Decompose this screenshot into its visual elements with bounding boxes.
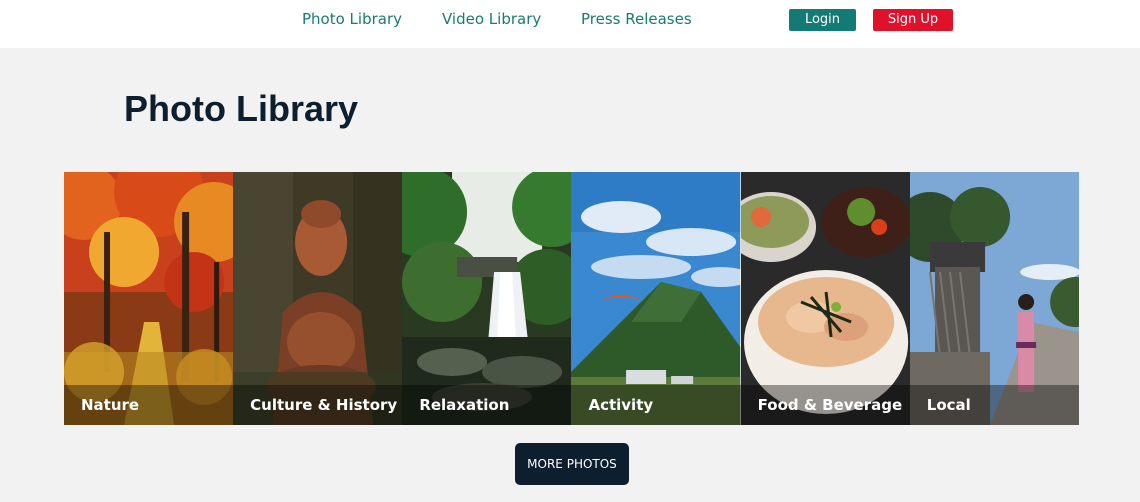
category-tile-culture-history[interactable]: Culture & History — [233, 172, 403, 425]
category-tile-nature[interactable]: Nature — [64, 172, 234, 425]
top-navigation-bar: Photo Library Video Library Press Releas… — [0, 0, 1140, 48]
nav-link-video-library[interactable]: Video Library — [442, 10, 541, 28]
category-label: Activity — [588, 396, 654, 414]
category-tile-local[interactable]: Local — [909, 172, 1079, 425]
category-tile-relaxation[interactable]: Relaxation — [402, 172, 572, 425]
nav-link-press-releases[interactable]: Press Releases — [581, 10, 692, 28]
more-photos-button[interactable]: MORE PHOTOS — [515, 443, 629, 485]
login-button[interactable]: Login — [789, 9, 856, 31]
page-title: Photo Library — [124, 88, 359, 129]
category-tile-activity[interactable]: Activity — [571, 172, 741, 425]
category-label: Culture & History — [250, 396, 398, 414]
category-tiles: Nature Culture & History Relaxation Acti… — [64, 172, 1079, 425]
category-label: Food & Beverage — [757, 396, 903, 414]
category-label: Local — [926, 396, 971, 414]
nav-link-photo-library[interactable]: Photo Library — [302, 10, 402, 28]
category-tile-food-beverage[interactable]: Food & Beverage — [740, 172, 910, 425]
category-label: Relaxation — [419, 396, 510, 414]
signup-button[interactable]: Sign Up — [873, 9, 953, 31]
category-label: Nature — [81, 396, 140, 414]
